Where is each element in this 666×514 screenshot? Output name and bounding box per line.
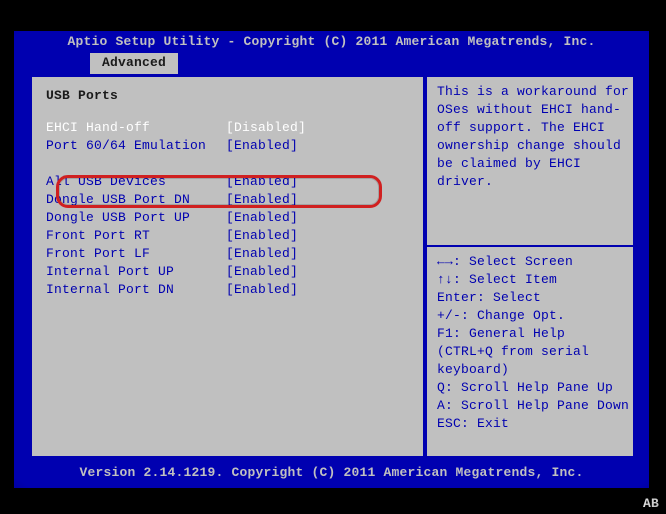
key-ctrl-q-1: (CTRL+Q from serial bbox=[437, 343, 629, 361]
row-label: Internal Port DN bbox=[46, 281, 226, 299]
spacer bbox=[46, 155, 409, 173]
work-area: USB Ports EHCI Hand-off [Disabled] Port … bbox=[30, 75, 633, 458]
footer-version: Version 2.14.1219. Copyright (C) 2011 Am… bbox=[14, 464, 649, 482]
key-legend-box: ←→: Select Screen ↑↓: Select Item Enter:… bbox=[425, 245, 641, 458]
row-label: Front Port RT bbox=[46, 227, 226, 245]
row-label: Port 60/64 Emulation bbox=[46, 137, 226, 155]
row-dongle-usb-port-dn[interactable]: Dongle USB Port DN [Enabled] bbox=[46, 191, 409, 209]
row-label: Front Port LF bbox=[46, 245, 226, 263]
row-value: [Enabled] bbox=[226, 209, 409, 227]
section-title: USB Ports bbox=[46, 87, 409, 105]
row-label: EHCI Hand-off bbox=[46, 119, 226, 137]
tab-advanced[interactable]: Advanced bbox=[90, 53, 178, 74]
help-text-box: This is a workaround for OSes without EH… bbox=[425, 75, 641, 247]
key-esc: ESC: Exit bbox=[437, 415, 629, 433]
key-scroll-down: A: Scroll Help Pane Down bbox=[437, 397, 629, 415]
row-label: All USB Devices bbox=[46, 173, 226, 191]
key-change-opt: +/-: Change Opt. bbox=[437, 307, 629, 325]
row-front-port-lf[interactable]: Front Port LF [Enabled] bbox=[46, 245, 409, 263]
header-title: Aptio Setup Utility - Copyright (C) 2011… bbox=[14, 31, 649, 53]
row-value: [Enabled] bbox=[226, 281, 409, 299]
settings-pane[interactable]: USB Ports EHCI Hand-off [Disabled] Port … bbox=[30, 75, 425, 458]
row-value: [Enabled] bbox=[226, 263, 409, 281]
help-text: This is a workaround for OSes without EH… bbox=[437, 83, 629, 191]
key-select-screen: ←→: Select Screen bbox=[437, 253, 629, 271]
row-dongle-usb-port-up[interactable]: Dongle USB Port UP [Enabled] bbox=[46, 209, 409, 227]
key-scroll-up: Q: Scroll Help Pane Up bbox=[437, 379, 629, 397]
bios-window: Aptio Setup Utility - Copyright (C) 2011… bbox=[12, 29, 651, 490]
tab-bar: Advanced bbox=[14, 53, 649, 73]
key-select-item: ↑↓: Select Item bbox=[437, 271, 629, 289]
row-value: [Enabled] bbox=[226, 173, 409, 191]
row-label: Internal Port UP bbox=[46, 263, 226, 281]
row-port-60-64-emulation[interactable]: Port 60/64 Emulation [Enabled] bbox=[46, 137, 409, 155]
right-pane: This is a workaround for OSes without EH… bbox=[425, 75, 641, 458]
row-internal-port-dn[interactable]: Internal Port DN [Enabled] bbox=[46, 281, 409, 299]
key-enter: Enter: Select bbox=[437, 289, 629, 307]
key-ctrl-q-2: keyboard) bbox=[437, 361, 629, 379]
row-value: [Enabled] bbox=[226, 137, 409, 155]
corner-label: AB bbox=[639, 495, 663, 513]
row-value: [Disabled] bbox=[226, 119, 409, 137]
row-value: [Enabled] bbox=[226, 245, 409, 263]
row-ehci-hand-off[interactable]: EHCI Hand-off [Disabled] bbox=[46, 119, 409, 137]
key-general-help: F1: General Help bbox=[437, 325, 629, 343]
row-label: Dongle USB Port UP bbox=[46, 209, 226, 227]
row-value: [Enabled] bbox=[226, 227, 409, 245]
row-all-usb-devices[interactable]: All USB Devices [Enabled] bbox=[46, 173, 409, 191]
row-label: Dongle USB Port DN bbox=[46, 191, 226, 209]
row-internal-port-up[interactable]: Internal Port UP [Enabled] bbox=[46, 263, 409, 281]
row-value: [Enabled] bbox=[226, 191, 409, 209]
row-front-port-rt[interactable]: Front Port RT [Enabled] bbox=[46, 227, 409, 245]
